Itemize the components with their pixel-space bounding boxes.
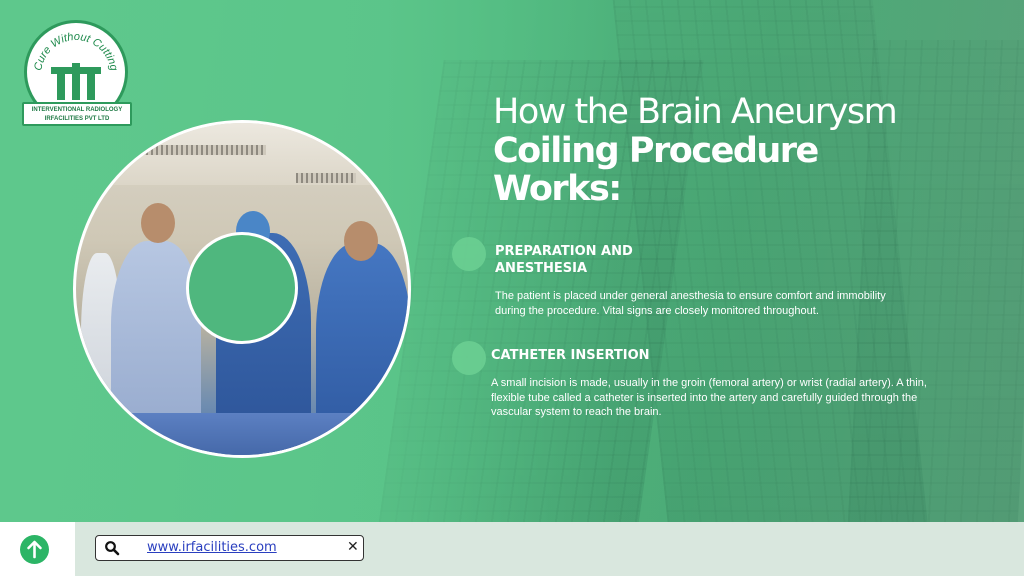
title-line-3: Works: <box>493 169 622 209</box>
title-line-2: Coiling Procedure <box>493 131 819 171</box>
logo-banner-line1: INTERVENTIONAL RADIOLOGY <box>31 107 123 113</box>
photo-vent <box>296 173 356 183</box>
bullet-dot <box>452 237 486 271</box>
section-catheter: CATHETER INSERTION A small incision is m… <box>491 347 941 420</box>
search-icon <box>105 541 120 556</box>
photo-head <box>344 221 378 261</box>
decorative-circle <box>186 232 298 344</box>
scroll-to-top-button[interactable] <box>20 535 49 564</box>
title-line-1: How the Brain Aneurysm <box>493 92 898 132</box>
section-heading: PREPARATION AND ANESTHESIA <box>495 244 633 276</box>
scroll-top-area <box>0 522 75 576</box>
section-heading: CATHETER INSERTION <box>491 348 650 363</box>
bottom-bar: www.irfacilities.com ✕ <box>0 522 1024 576</box>
photo-head <box>141 203 175 243</box>
slide: Cure Without Cutting INTERVENTIONAL RADI… <box>0 0 1024 522</box>
section-body: The patient is placed under general anes… <box>495 290 886 317</box>
slide-title: How the Brain Aneurysm Coiling Procedure… <box>493 92 973 208</box>
company-logo: Cure Without Cutting INTERVENTIONAL RADI… <box>20 20 132 128</box>
close-icon[interactable]: ✕ <box>347 539 359 555</box>
bullet-dot <box>452 341 486 375</box>
section-preparation: PREPARATION AND ANESTHESIA The patient i… <box>495 243 915 318</box>
url-search-box[interactable]: www.irfacilities.com ✕ <box>95 535 364 561</box>
section-body: A small incision is made, usually in the… <box>491 377 927 418</box>
website-link[interactable]: www.irfacilities.com <box>147 540 277 555</box>
arrow-up-icon <box>27 540 42 559</box>
photo-vent <box>136 145 266 155</box>
photo-operating-table <box>116 413 408 455</box>
